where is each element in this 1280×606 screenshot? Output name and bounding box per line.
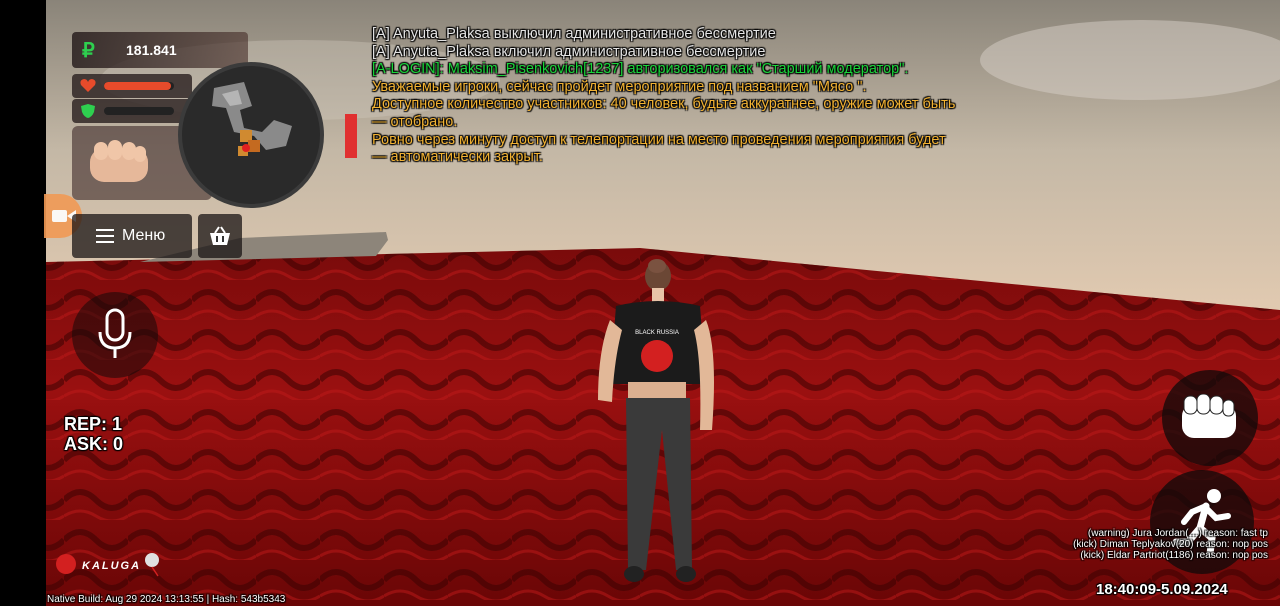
left-black-bar: [0, 0, 46, 606]
chat-log: [A] Anyuta_Plaksa выключил административ…: [372, 26, 1092, 167]
heart-icon: [80, 79, 96, 92]
kill-feed-entry: (kick) Eldar Partriot(1186) reason: nop …: [1080, 550, 1268, 561]
attack-button[interactable]: [1162, 370, 1258, 466]
shirt-logo-text: BLACK RUSSIA: [635, 330, 679, 336]
rep-counter: REP: 1: [64, 414, 123, 434]
menu-button[interactable]: Меню: [72, 214, 192, 258]
chat-line: Ровно через минуту доступ к телепортации…: [372, 131, 946, 148]
health-fill: [104, 82, 171, 90]
chat-line: [A] Anyuta_Plaksa включил административн…: [372, 43, 766, 60]
alert-indicator: [345, 114, 357, 158]
chat-line: — отобрано.: [372, 113, 458, 130]
hamburger-icon: [96, 229, 114, 243]
money-amount: 181.841: [126, 42, 177, 58]
shop-button[interactable]: [198, 214, 242, 258]
minimap-map: [212, 82, 292, 156]
money-display: ₽ 181.841: [72, 32, 248, 68]
microphone-icon: [98, 308, 132, 358]
fist-icon: [90, 140, 148, 182]
server-logo: KALUGA: [52, 548, 172, 578]
armor-bar: [72, 99, 192, 123]
shield-icon: [81, 104, 95, 118]
player-stats: REP: 1 ASK: 0: [64, 414, 123, 454]
bear-logo-icon: KALUGA: [56, 553, 159, 577]
basket-icon: [210, 226, 230, 245]
kill-feed-entry: (kick) Diman Teplyakov(20) reason: nop p…: [1073, 539, 1268, 550]
minimap[interactable]: [178, 62, 324, 208]
chat-line: Доступное количество участников: 40 чело…: [372, 96, 956, 113]
ask-counter: ASK: 0: [64, 434, 124, 454]
menu-label: Меню: [122, 227, 166, 244]
kill-feed-entry: (warning) Jura Jordan(…) reason: fast tp: [1087, 528, 1268, 539]
kill-feed: (warning) Jura Jordan(…) reason: fast tp…: [1073, 528, 1268, 561]
game-viewport: BLACK RUSSIA ₽ 181.841 [A] Anyuta_Plaksa…: [0, 0, 1280, 606]
ruble-icon: ₽: [82, 40, 95, 62]
chat-line: [A] Anyuta_Plaksa выключил административ…: [372, 26, 776, 42]
build-info: Native Build: Aug 29 2024 13:13:55 | Has…: [47, 594, 286, 605]
chat-line: Уважаемые игроки, сейчас пройдет меропри…: [372, 78, 867, 95]
chat-line: [A-LOGIN]: Maksim_Pisenkovich[1237] авто…: [372, 61, 909, 78]
fist-icon: [1182, 394, 1236, 438]
server-name: KALUGA: [82, 560, 141, 572]
health-bar: [72, 74, 192, 98]
chat-line: — автоматически закрыт.: [372, 149, 543, 166]
voice-chat-button[interactable]: [72, 292, 158, 378]
clock: 18:40:09-5.09.2024: [1096, 581, 1228, 598]
